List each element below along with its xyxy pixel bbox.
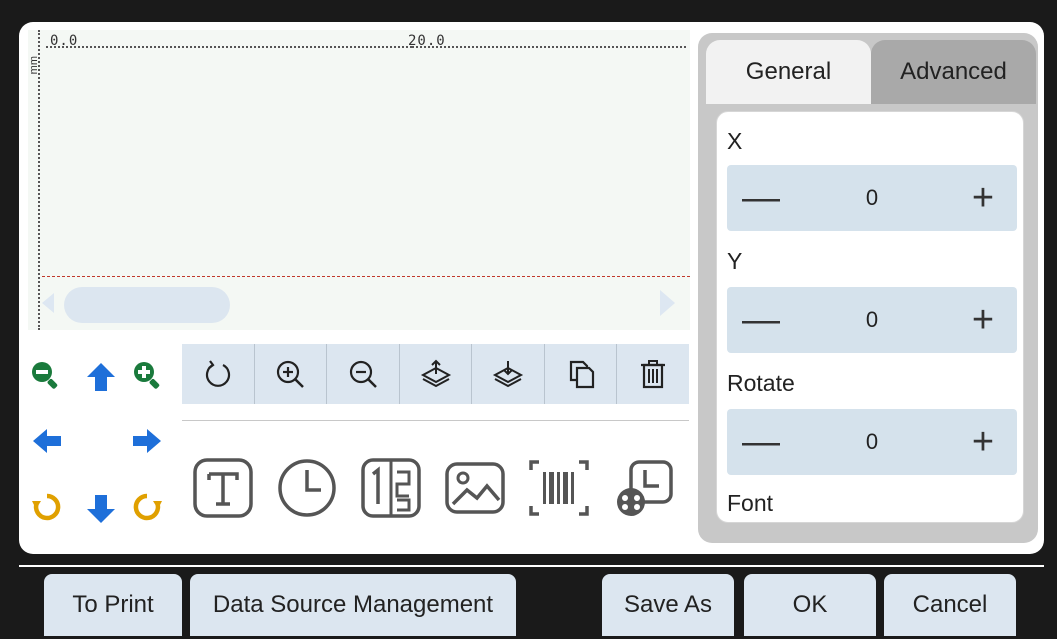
x-value[interactable]: 0 — [847, 165, 897, 231]
rotate-increment-button[interactable]: + — [953, 409, 1013, 475]
scroll-right-arrow[interactable] — [660, 290, 675, 316]
cancel-button[interactable]: Cancel — [884, 574, 1016, 636]
undo-icon[interactable] — [182, 344, 255, 404]
properties-panel: General Advanced X — 0 + Y — 0 + Rotate … — [698, 33, 1038, 543]
x-decrement-button[interactable]: — — [731, 165, 791, 231]
x-increment-button[interactable]: + — [953, 165, 1013, 231]
general-properties: X — 0 + Y — 0 + Rotate — 0 + Font — [716, 111, 1024, 523]
canvas-zoom-out-icon[interactable] — [327, 344, 400, 404]
x-label: X — [727, 128, 743, 154]
font-label: Font — [727, 490, 774, 516]
ruler-mark-mid: 20.0 — [408, 33, 446, 49]
counter-icon[interactable] — [358, 455, 424, 521]
clock-icon[interactable] — [274, 455, 340, 521]
vertical-ruler: mm — [28, 30, 40, 330]
barcode-icon[interactable] — [526, 455, 592, 521]
zoom-in-icon[interactable] — [130, 358, 164, 392]
ruler-unit: mm — [28, 56, 40, 75]
scroll-left-arrow[interactable] — [42, 293, 54, 313]
bottom-divider — [19, 565, 1044, 567]
y-stepper: — 0 + — [727, 287, 1017, 353]
y-label: Y — [727, 248, 743, 274]
horizontal-scrollbar-thumb[interactable] — [64, 287, 230, 323]
rotate-decrement-button[interactable]: — — [731, 409, 791, 475]
edit-toolbar — [182, 344, 689, 404]
rotate-stepper: — 0 + — [727, 409, 1017, 475]
print-boundary-line — [42, 276, 690, 277]
rotate-value[interactable]: 0 — [847, 409, 897, 475]
copy-icon[interactable] — [545, 344, 618, 404]
rotate-label: Rotate — [727, 370, 795, 396]
horizontal-ruler: 0.0 20.0 — [28, 30, 690, 50]
move-right-icon[interactable] — [130, 424, 164, 458]
tab-advanced[interactable]: Advanced — [871, 40, 1036, 104]
move-left-icon[interactable] — [30, 424, 64, 458]
zoom-out-icon[interactable] — [28, 358, 62, 392]
canvas-zoom-in-icon[interactable] — [255, 344, 328, 404]
shift-code-icon[interactable] — [612, 455, 678, 521]
data-source-management-button[interactable]: Data Source Management — [190, 574, 516, 636]
to-print-button[interactable]: To Print — [44, 574, 182, 636]
rotate-ccw-icon[interactable] — [30, 490, 64, 524]
image-icon[interactable] — [442, 455, 508, 521]
delete-icon[interactable] — [617, 344, 689, 404]
y-decrement-button[interactable]: — — [731, 287, 791, 353]
save-as-button[interactable]: Save As — [602, 574, 734, 636]
layer-down-icon[interactable] — [472, 344, 545, 404]
tab-general[interactable]: General — [706, 40, 871, 104]
rotate-cw-icon[interactable] — [130, 490, 164, 524]
move-down-icon[interactable] — [84, 492, 118, 526]
ok-button[interactable]: OK — [744, 574, 876, 636]
layer-up-icon[interactable] — [400, 344, 473, 404]
y-value[interactable]: 0 — [847, 287, 897, 353]
toolbar-divider — [182, 420, 689, 421]
ruler-mark-start: 0.0 — [50, 33, 79, 49]
screen: 0.0 20.0 mm General Advanced X — 0 + Y —… — [0, 0, 1057, 639]
label-canvas[interactable]: 0.0 20.0 mm — [28, 30, 690, 330]
y-increment-button[interactable]: + — [953, 287, 1013, 353]
x-stepper: — 0 + — [727, 165, 1017, 231]
text-icon[interactable] — [190, 455, 256, 521]
move-up-icon[interactable] — [84, 360, 118, 394]
